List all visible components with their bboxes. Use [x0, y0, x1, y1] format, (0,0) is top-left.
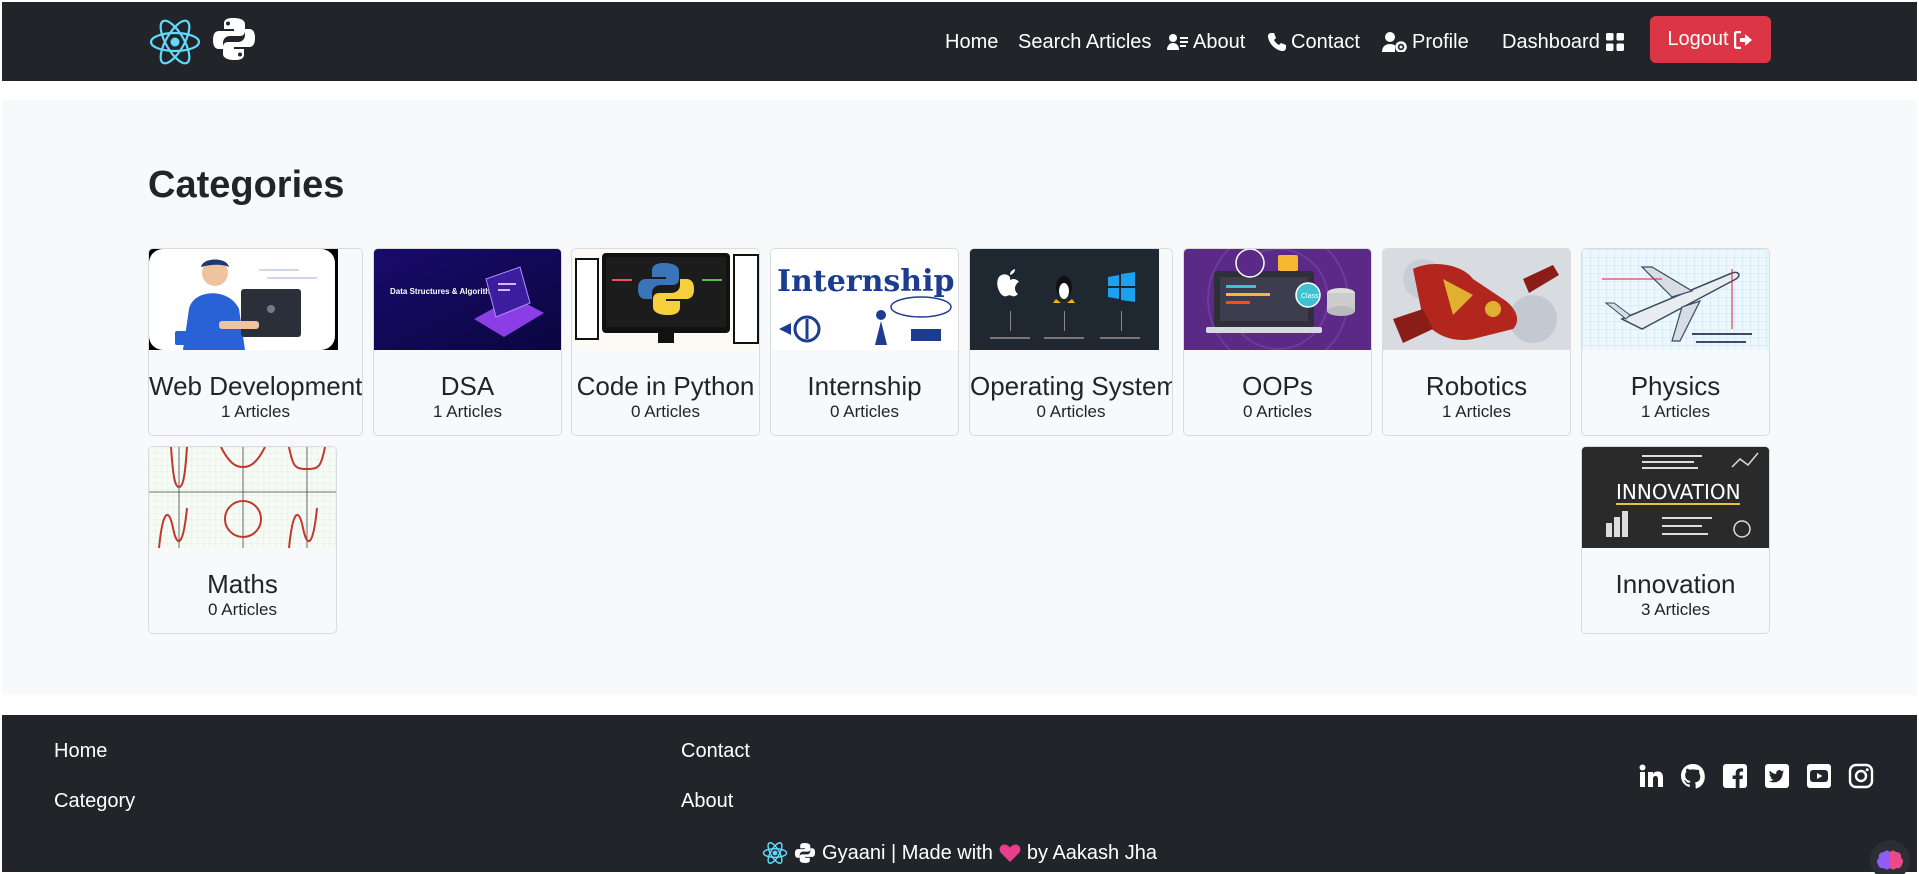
python-monitor-illustration-icon	[572, 249, 759, 350]
category-name: Operating System	[970, 371, 1173, 401]
category-article-count: 3 Articles	[1641, 600, 1710, 619]
python-logo-icon[interactable]	[211, 16, 257, 62]
nav-search-articles-link[interactable]: Search Articles	[1018, 29, 1151, 55]
nav-contact-link[interactable]: Contact	[1267, 29, 1360, 55]
nav-home-label: Home	[945, 31, 999, 53]
top-navbar: Home Search Articles About Contact Profi…	[2, 2, 1917, 81]
os-logos-icon	[970, 249, 1159, 350]
innovation-thumb-text: INNOVATION	[1616, 480, 1741, 504]
youtube-icon[interactable]	[1806, 763, 1832, 789]
category-name: Physics	[1630, 371, 1721, 401]
sign-out-icon	[1733, 30, 1752, 49]
footer-credit: Gyaani | Made with by Aakash Jha	[2, 840, 1917, 866]
robot-illustration-icon	[1383, 249, 1570, 350]
phone-icon	[1268, 33, 1286, 51]
credit-text-prefix: Gyaani | Made with	[822, 841, 993, 864]
main-content: Categories Web Development 1 Articles Da…	[2, 100, 1917, 695]
category-article-count: 0 Articles	[208, 600, 277, 619]
page-title: Categories	[148, 164, 345, 206]
brain-icon[interactable]	[1870, 840, 1910, 874]
graphs-sketch-icon	[149, 447, 336, 548]
user-card-icon	[1167, 34, 1188, 50]
react-logo-icon	[762, 842, 788, 864]
category-article-count: 1 Articles	[433, 402, 502, 421]
category-name: Maths	[207, 569, 278, 599]
category-card-robotics[interactable]: Robotics 1 Articles	[1382, 248, 1571, 436]
credit-text-suffix: by Aakash Jha	[1026, 841, 1157, 864]
nav-search-articles-label: Search Articles	[1018, 31, 1152, 53]
twitter-icon[interactable]	[1764, 763, 1790, 789]
chalkboard-innovation-icon: INNOVATION	[1582, 447, 1769, 548]
internship-thumb-text: Internship	[777, 264, 954, 299]
category-name: DSA	[440, 371, 495, 401]
category-card-operating-system[interactable]: Operating System 0 Articles	[969, 248, 1173, 436]
category-name: Innovation	[1615, 569, 1736, 599]
category-article-count: 0 Articles	[631, 402, 700, 421]
category-name: Web Development	[149, 371, 363, 401]
dashboard-grid-icon	[1605, 33, 1624, 51]
nav-home-link[interactable]: Home	[945, 29, 998, 55]
github-icon[interactable]	[1680, 763, 1706, 789]
instagram-icon[interactable]	[1848, 763, 1874, 789]
category-card-oops[interactable]: Class OOPs 0 Articles	[1183, 248, 1372, 436]
category-card-internship[interactable]: Internship Internship 0 Articles	[770, 248, 959, 436]
facebook-icon[interactable]	[1722, 763, 1748, 789]
category-name: OOPs	[1242, 371, 1313, 401]
site-footer: Home Contact Category About Gyaani | Mad…	[2, 715, 1917, 874]
category-card-dsa[interactable]: Data Structures & Algorithms DSA 1 Artic…	[373, 248, 562, 436]
category-article-count: 1 Articles	[221, 402, 290, 421]
nav-contact-label: Contact	[1291, 31, 1360, 53]
footer-category-link[interactable]: Category	[54, 790, 135, 813]
category-card-physics[interactable]: Physics 1 Articles	[1581, 248, 1770, 436]
category-card-code-in-python[interactable]: Code in Python 0 Articles	[571, 248, 760, 436]
nav-dashboard-link[interactable]: Dashboard	[1502, 29, 1624, 55]
category-article-count: 0 Articles	[1036, 402, 1106, 421]
category-article-count: 1 Articles	[1442, 402, 1511, 421]
category-card-innovation[interactable]: INNOVATION Innovation 3 Articles	[1581, 446, 1770, 634]
python-logo-icon	[794, 842, 816, 864]
category-name: Internship	[807, 371, 922, 401]
category-name: Robotics	[1425, 371, 1528, 401]
oops-thumb-text: Class	[1301, 293, 1319, 300]
nav-profile-link[interactable]: Profile	[1382, 29, 1469, 55]
category-article-count: 0 Articles	[830, 402, 899, 421]
nav-about-link[interactable]: About	[1167, 29, 1245, 55]
footer-contact-link[interactable]: Contact	[681, 740, 750, 763]
logout-label: Logout	[1667, 28, 1729, 50]
airplane-sketch-icon	[1582, 249, 1769, 350]
react-logo-icon[interactable]	[148, 15, 202, 69]
category-card-maths[interactable]: Maths 0 Articles	[148, 446, 337, 634]
nav-dashboard-label: Dashboard	[1502, 31, 1600, 53]
user-gear-icon	[1382, 32, 1407, 52]
heart-icon	[999, 844, 1021, 862]
category-name: Code in Python	[576, 371, 755, 401]
footer-home-link[interactable]: Home	[54, 740, 107, 763]
nav-profile-label: Profile	[1412, 31, 1469, 53]
category-article-count: 0 Articles	[1243, 402, 1312, 421]
web-dev-illustration-icon	[149, 249, 338, 350]
linkedin-icon[interactable]	[1638, 763, 1664, 789]
category-article-count: 1 Articles	[1641, 402, 1710, 421]
footer-about-link[interactable]: About	[681, 790, 733, 813]
nav-about-label: About	[1193, 31, 1246, 53]
oops-laptop-illustration-icon: Class	[1184, 249, 1371, 350]
dsa-laptop-illustration-icon: Data Structures & Algorithms	[374, 249, 561, 350]
category-card-web-development[interactable]: Web Development 1 Articles	[148, 248, 363, 436]
logout-button[interactable]: Logout	[1650, 16, 1771, 63]
internship-sketch-icon: Internship	[771, 249, 958, 350]
dsa-thumb-text: Data Structures & Algorithms	[390, 287, 502, 296]
